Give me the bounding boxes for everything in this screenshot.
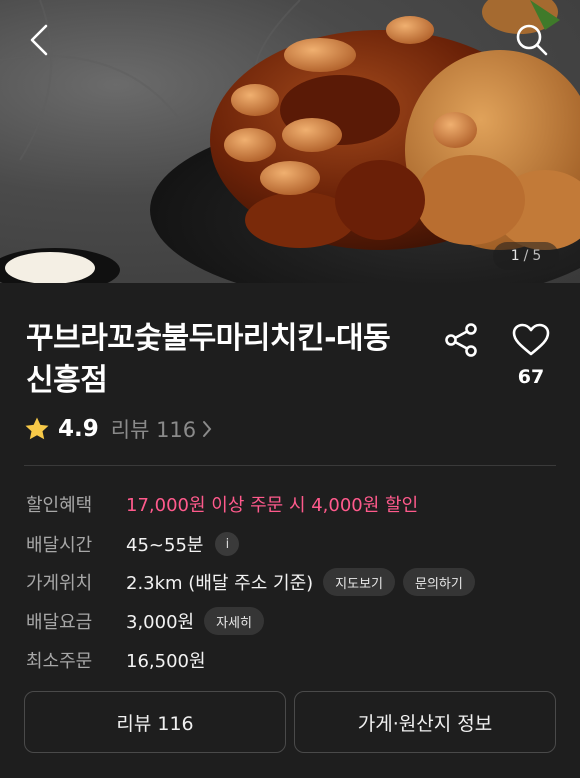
page-separator: / bbox=[523, 248, 529, 264]
delivery-time-value: 45~55분 bbox=[126, 535, 204, 556]
min-order-label: 최소주문 bbox=[26, 651, 93, 672]
review-link-label: 리뷰 116 bbox=[110, 418, 197, 442]
delivery-time-label: 배달시간 bbox=[26, 535, 93, 556]
search-button[interactable] bbox=[510, 18, 554, 62]
page-total: 5 bbox=[532, 248, 542, 264]
back-arrow-icon bbox=[30, 24, 48, 56]
info-row-delivery-time: 배달시간 45~55분 i bbox=[26, 529, 240, 559]
review-link[interactable]: 리뷰 116 bbox=[111, 414, 212, 444]
location-label: 가게위치 bbox=[26, 573, 93, 594]
store-name: 꾸브라꼬숯불두마리치킨-대동신흥점 bbox=[26, 321, 391, 398]
info-icon[interactable]: i bbox=[215, 532, 240, 556]
info-row-delivery-fee: 배달요금 3,000원 자세히 bbox=[26, 606, 264, 636]
chicken-photo bbox=[0, 0, 580, 283]
star-icon bbox=[25, 417, 49, 440]
info-row-discount: 할인혜택 17,000원 이상 주문 시 4,000원 할인 bbox=[26, 489, 418, 519]
chevron-right-icon bbox=[203, 421, 212, 437]
info-row-location: 가게위치 2.3km (배달 주소 기준) 지도보기 문의하기 bbox=[26, 567, 475, 597]
page-current: 1 bbox=[510, 248, 520, 264]
rating-row: 4.9 리뷰 116 bbox=[24, 412, 212, 446]
heart-icon bbox=[512, 323, 550, 356]
like-button[interactable] bbox=[508, 318, 554, 362]
view-map-button[interactable]: 지도보기 bbox=[323, 568, 395, 596]
search-icon bbox=[516, 24, 548, 56]
section-divider bbox=[24, 465, 556, 466]
rating-value: 4.9 bbox=[58, 416, 99, 442]
inquiry-button[interactable]: 문의하기 bbox=[403, 568, 475, 596]
share-icon bbox=[445, 323, 477, 357]
info-row-min-order: 최소주문 16,500원 bbox=[26, 645, 206, 675]
delivery-fee-label: 배달요금 bbox=[26, 612, 93, 633]
like-count: 67 bbox=[517, 366, 545, 388]
back-button[interactable] bbox=[18, 18, 62, 62]
store-info-button[interactable]: 가게·원산지 정보 bbox=[294, 691, 556, 753]
share-button[interactable] bbox=[440, 318, 484, 362]
location-value: 2.3km (배달 주소 기준) bbox=[126, 573, 314, 594]
store-hero-image[interactable]: 1 / 5 bbox=[0, 0, 580, 283]
image-page-indicator: 1 / 5 bbox=[493, 242, 559, 270]
delivery-fee-value: 3,000원 bbox=[126, 612, 195, 633]
fee-detail-button[interactable]: 자세히 bbox=[204, 607, 264, 635]
discount-label: 할인혜택 bbox=[26, 495, 93, 516]
reviews-button[interactable]: 리뷰 116 bbox=[24, 691, 286, 753]
discount-value: 17,000원 이상 주문 시 4,000원 할인 bbox=[126, 495, 419, 516]
min-order-value: 16,500원 bbox=[126, 651, 206, 672]
